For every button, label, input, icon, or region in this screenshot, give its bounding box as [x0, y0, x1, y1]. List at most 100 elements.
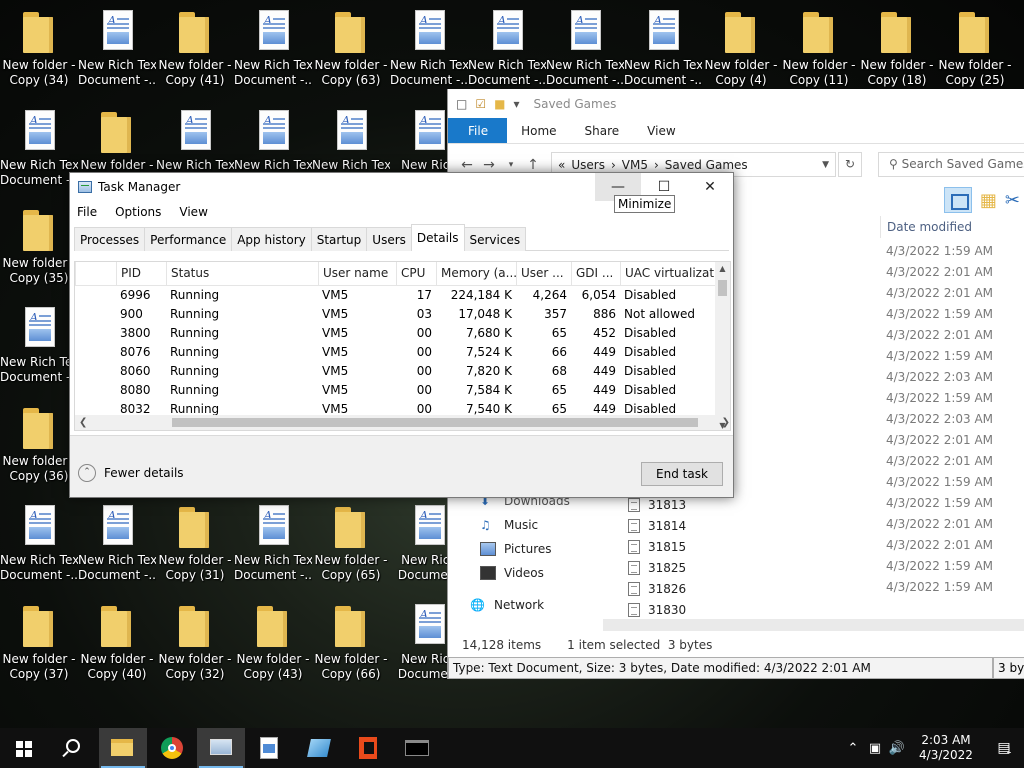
column-user-objects[interactable]: User ...	[516, 262, 571, 285]
breadcrumb-users[interactable]: Users	[571, 158, 605, 172]
desktop-folder[interactable]: New folder - Copy (41)	[156, 4, 234, 100]
column-cpu[interactable]: CPU	[396, 262, 436, 285]
taskbar-task-manager[interactable]	[197, 728, 245, 768]
column-uac-virtualization[interactable]: UAC virtualizat...	[620, 262, 724, 285]
horizontal-scroll-thumb[interactable]	[172, 418, 698, 427]
column-blank[interactable]	[75, 262, 116, 285]
tab-startup[interactable]: Startup	[310, 227, 368, 251]
search-button[interactable]	[48, 728, 96, 768]
column-user-name[interactable]: User name	[318, 262, 396, 285]
desktop-rich-text-document[interactable]: A New Rich Text Document -...	[0, 499, 78, 595]
fewer-details-button[interactable]: ⌃ Fewer details	[78, 464, 184, 482]
scroll-up-icon[interactable]: ▲	[715, 264, 730, 273]
column-pid[interactable]: PID	[116, 262, 166, 285]
column-header-date-modified[interactable]: Date modified	[880, 216, 1024, 238]
desktop-folder[interactable]: New folder - Copy (66)	[312, 598, 390, 694]
breadcrumb-saved-games[interactable]: Saved Games	[665, 158, 748, 172]
explorer-horizontal-scrollbar[interactable]	[603, 619, 1024, 631]
volume-icon[interactable]: 🔊	[886, 741, 908, 756]
new-item-icon[interactable]: ▦	[980, 190, 997, 211]
menu-options[interactable]: Options	[115, 205, 161, 219]
forward-arrow-icon[interactable]: →	[478, 157, 500, 173]
breadcrumb-vm5[interactable]: VM5	[622, 158, 648, 172]
taskbar-command-prompt[interactable]	[393, 728, 441, 768]
vertical-scrollbar[interactable]: ▲ ▼	[715, 262, 730, 430]
desktop-rich-text-document[interactable]: A New Rich Text Document -...	[234, 4, 312, 100]
file-row[interactable]: 31814	[628, 515, 686, 536]
action-center-button[interactable]: ▤ 1	[984, 740, 1024, 756]
desktop-rich-text-document[interactable]: A New Rich Text Document -...	[234, 499, 312, 595]
table-row[interactable]: 8060 Running VM5 00 7,820 K 68 449 Disabled	[75, 362, 730, 381]
table-row[interactable]: 3800 Running VM5 00 7,680 K 65 452 Disabled	[75, 324, 730, 343]
desktop-rich-text-document[interactable]: A New Rich Text Document -...	[546, 4, 624, 100]
desktop-rich-text-document[interactable]: A New Rich Text Document -...	[0, 104, 78, 200]
desktop-rich-text-document[interactable]: A New Rich Text Document -...	[78, 499, 156, 595]
table-row[interactable]: 900 Running VM5 03 17,048 K 357 886 Not allowed	[75, 305, 730, 324]
ribbon-tab-home[interactable]: Home	[507, 118, 570, 143]
desktop-rich-text-document[interactable]: A New Rich Text Document -...	[624, 4, 702, 100]
desktop-folder[interactable]: New folder - Copy (36)	[0, 400, 78, 496]
desktop-rich-text-document[interactable]: A New Rich Text Document -...	[468, 4, 546, 100]
ribbon-tab-file[interactable]: File	[448, 118, 508, 143]
breadcrumb-separator[interactable]: ›	[654, 158, 659, 172]
up-arrow-icon[interactable]: ↑	[522, 157, 544, 173]
network-icon[interactable]: ▣	[864, 741, 886, 756]
table-row[interactable]: 6996 Running VM5 17 224,184 K 4,264 6,054 Disab…	[75, 286, 730, 305]
desktop-folder[interactable]: New folder - Copy (40)	[78, 598, 156, 694]
nav-item-pictures[interactable]: Pictures	[448, 537, 628, 561]
breadcrumb-separator[interactable]: ›	[611, 158, 616, 172]
properties-icon[interactable]: ☑	[475, 97, 486, 111]
tab-processes[interactable]: Processes	[74, 227, 146, 251]
desktop-folder[interactable]: New folder - Copy (32)	[156, 598, 234, 694]
desktop-folder[interactable]: New folder - Copy (65)	[312, 499, 390, 595]
column-status[interactable]: Status	[166, 262, 318, 285]
clock[interactable]: 2:03 AM 4/3/2022	[908, 733, 984, 763]
desktop-rich-text-document[interactable]: A New Rich Text Document -...	[78, 4, 156, 100]
taskbar-office[interactable]	[344, 728, 392, 768]
tab-performance[interactable]: Performance	[144, 227, 233, 251]
close-button[interactable]: ✕	[687, 173, 733, 201]
recent-locations-icon[interactable]: ▾	[500, 160, 522, 170]
tab-users[interactable]: Users	[366, 227, 412, 251]
customize-qat-icon[interactable]: ▾	[513, 97, 519, 111]
taskbar-file-explorer[interactable]	[99, 728, 147, 768]
desktop-folder[interactable]: New folder - Copy (31)	[156, 499, 234, 595]
task-manager-window[interactable]: Task Manager — ☐ ✕ File Options View Pro…	[69, 172, 734, 498]
tab-services[interactable]: Services	[463, 227, 527, 251]
menu-view[interactable]: View	[179, 205, 207, 219]
taskbar-notes-app[interactable]	[295, 728, 343, 768]
chevron-up-icon[interactable]: ⌃	[842, 741, 864, 756]
desktop-folder[interactable]: New folder - Copy (35)	[0, 202, 78, 298]
table-row[interactable]: 8080 Running VM5 00 7,584 K 65 449 Disabled	[75, 381, 730, 400]
refresh-icon[interactable]: ↻	[838, 152, 862, 177]
file-row[interactable]: 31815	[628, 536, 686, 557]
desktop-folder[interactable]: New folder - Copy (18)	[858, 4, 936, 100]
tab-details[interactable]: Details	[410, 224, 465, 251]
ribbon-tab-share[interactable]: Share	[571, 118, 634, 143]
search-input[interactable]: ⚲ Search Saved Games	[878, 152, 1024, 177]
address-dropdown-icon[interactable]: ▼	[822, 160, 829, 170]
back-arrow-icon[interactable]: ←	[456, 157, 478, 173]
ribbon-tab-view[interactable]: View	[633, 118, 689, 143]
menu-file[interactable]: File	[77, 205, 97, 219]
desktop-rich-text-document[interactable]: A New Rich Text Document -...	[390, 4, 468, 100]
desktop-rich-text-document[interactable]: A New Rich Text Document -...	[0, 301, 78, 397]
end-task-button[interactable]: End task	[641, 462, 723, 486]
scroll-right-icon[interactable]: ❯	[722, 415, 730, 430]
vertical-scroll-thumb[interactable]	[718, 280, 727, 296]
cut-icon[interactable]: ✂	[1005, 190, 1020, 211]
desktop-folder[interactable]: New folder - Copy (37)	[0, 598, 78, 694]
desktop-folder[interactable]: New folder - Copy (34)	[0, 4, 78, 100]
desktop-folder[interactable]: New folder - Copy (4)	[702, 4, 780, 100]
table-row[interactable]: 8076 Running VM5 00 7,524 K 66 449 Disabled	[75, 343, 730, 362]
column-memory[interactable]: Memory (a...	[436, 262, 516, 285]
horizontal-scrollbar[interactable]: ❮ ❯	[75, 415, 730, 430]
breadcrumb-overflow[interactable]: «	[558, 158, 565, 172]
file-row[interactable]: 31830	[628, 599, 686, 620]
nav-item-music[interactable]: ♫ Music	[448, 513, 628, 537]
file-row[interactable]: 31825	[628, 557, 686, 578]
desktop-folder[interactable]: New folder - Copy (63)	[312, 4, 390, 100]
preview-pane-icon[interactable]	[943, 187, 972, 213]
start-button[interactable]	[0, 728, 48, 768]
scroll-left-icon[interactable]: ❮	[79, 415, 87, 430]
